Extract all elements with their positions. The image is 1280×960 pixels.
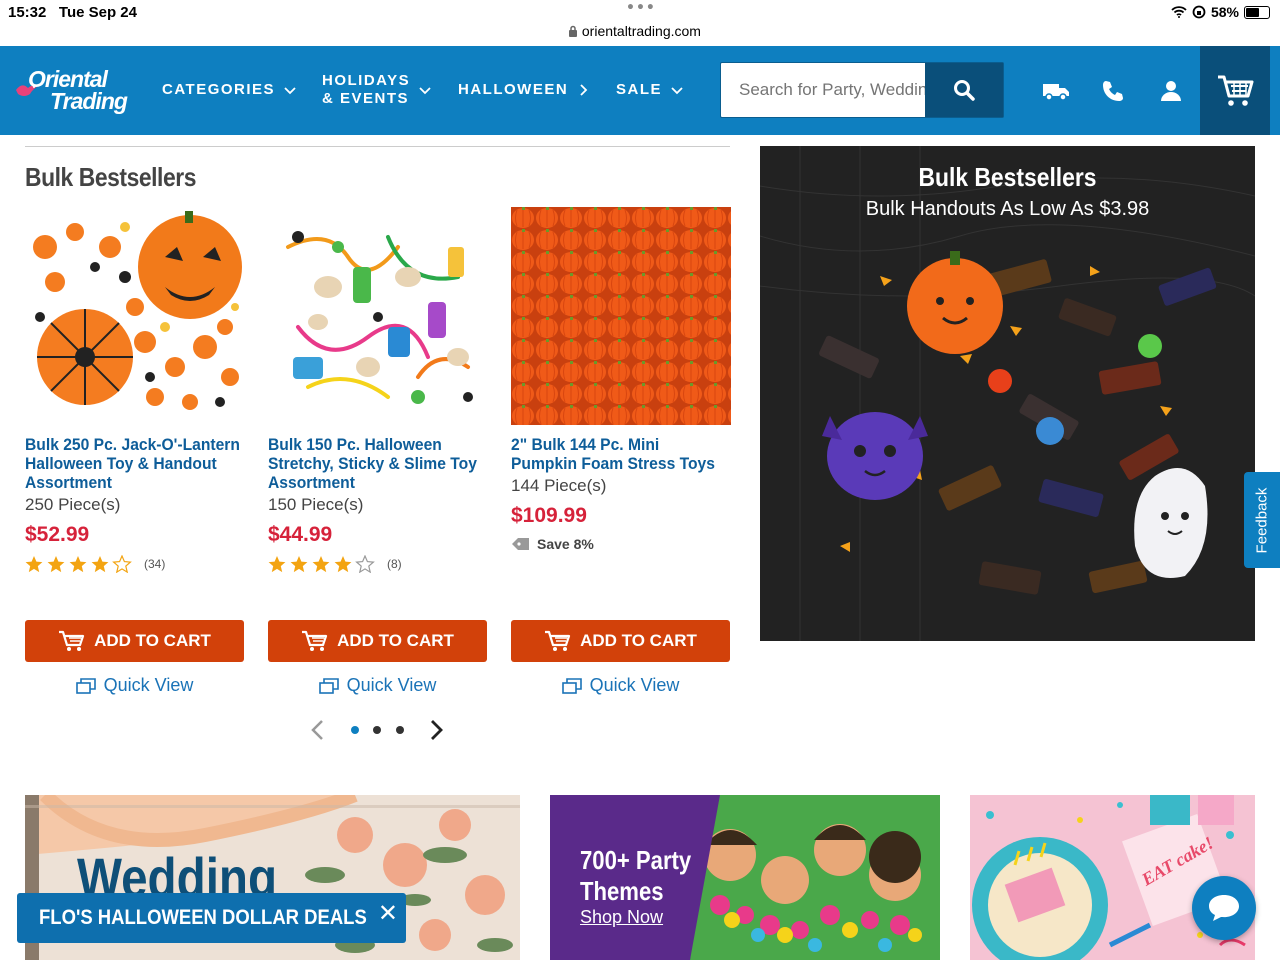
account-icon[interactable] <box>1154 74 1188 108</box>
save-badge: Save 8% <box>511 536 731 552</box>
chevron-down-icon <box>671 86 683 94</box>
carousel-controls <box>308 716 448 744</box>
search-input[interactable] <box>721 63 927 117</box>
cart-icon <box>302 630 328 651</box>
orientation-lock-icon <box>1192 5 1206 19</box>
phone-icon[interactable] <box>1096 74 1130 108</box>
add-to-cart-label: ADD TO CART <box>337 631 454 650</box>
product-rating[interactable]: (34) <box>25 555 245 573</box>
product-quantity: 144 Piece(s) <box>511 476 607 495</box>
carousel-dot[interactable] <box>373 726 381 734</box>
save-text: Save 8% <box>537 536 594 552</box>
nav-categories-label: CATEGORIES <box>162 81 276 98</box>
product-price: $109.99 <box>511 504 587 527</box>
quick-view-label: Quick View <box>103 675 194 695</box>
cart-button[interactable] <box>1200 46 1270 135</box>
add-to-cart-button[interactable]: ADD TO CART <box>511 620 730 662</box>
promo-banner[interactable]: FLO'S HALLOWEEN DOLLAR DEALS ✕ <box>17 893 406 943</box>
product-image[interactable] <box>25 207 245 425</box>
url-bar[interactable]: orientaltrading.com <box>568 23 701 39</box>
quick-view-link[interactable]: Quick View <box>511 675 730 696</box>
chat-bubble-icon <box>1209 895 1239 921</box>
product-card: 2" Bulk 144 Pc. Mini Pumpkin Foam Stress… <box>511 207 731 552</box>
search-icon <box>954 80 975 101</box>
quick-view-label: Quick View <box>346 675 437 695</box>
search-button[interactable] <box>925 63 1003 117</box>
tab-dots-icon[interactable]: ••• <box>626 0 656 16</box>
product-image[interactable] <box>511 207 731 425</box>
status-right: 58% <box>1171 4 1270 20</box>
add-to-cart-button[interactable]: ADD TO CART <box>268 620 487 662</box>
feedback-label: Feedback <box>1253 487 1271 553</box>
party-themes-heading: 700+ Party Themes <box>580 845 692 906</box>
section-title: Bulk Bestsellers <box>25 162 197 192</box>
quick-view-label: Quick View <box>589 675 680 695</box>
bulk-bestsellers-banner[interactable]: Bulk Bestsellers Bulk Handouts As Low As… <box>760 146 1255 641</box>
product-name-link[interactable]: Bulk 150 Pc. Halloween Stretchy, Sticky … <box>268 435 484 492</box>
cart-icon <box>545 630 571 651</box>
product-name-link[interactable]: Bulk 250 Pc. Jack-O'-Lantern Halloween T… <box>25 435 241 492</box>
add-to-cart-label: ADD TO CART <box>580 631 697 650</box>
product-image[interactable] <box>268 207 488 425</box>
lock-icon <box>569 25 577 37</box>
shop-now-link[interactable]: Shop Now <box>580 907 663 928</box>
quick-view-link[interactable]: Quick View <box>25 675 244 696</box>
product-quantity: 150 Piece(s) <box>268 495 364 514</box>
logo-text-trading: Trading <box>50 88 128 114</box>
battery-icon <box>1244 5 1270 19</box>
product-quantity: 250 Piece(s) <box>25 495 121 514</box>
nav-holidays-events[interactable]: HOLIDAYS & EVENTS <box>322 72 432 108</box>
quick-view-icon <box>75 677 96 694</box>
product-card: Bulk 250 Pc. Jack-O'-Lantern Halloween T… <box>25 207 245 573</box>
section-divider <box>25 146 730 147</box>
shipping-truck-icon[interactable] <box>1039 74 1073 108</box>
product-card: Bulk 150 Pc. Halloween Stretchy, Sticky … <box>268 207 488 573</box>
chevron-left-icon[interactable] <box>308 718 328 742</box>
oriental-trading-logo[interactable]: Oriental Trading <box>14 66 129 114</box>
url-text: orientaltrading.com <box>581 23 701 39</box>
nav-holidays-label: HOLIDAYS & EVENTS <box>322 72 411 107</box>
status-time: 15:32 Tue Sep 24 <box>8 4 137 21</box>
nav-halloween[interactable]: HALLOWEEN <box>458 81 590 98</box>
search-box <box>720 62 1004 118</box>
close-icon[interactable]: ✕ <box>378 899 398 927</box>
cart-icon <box>59 630 85 651</box>
carousel-dot[interactable] <box>351 726 359 734</box>
chat-button[interactable] <box>1192 876 1256 940</box>
battery-percent: 58% <box>1210 4 1239 20</box>
add-to-cart-button[interactable]: ADD TO CART <box>25 620 244 662</box>
nav-sale[interactable]: SALE <box>616 81 684 98</box>
product-rating[interactable]: (8) <box>268 555 488 573</box>
status-bar: 15:32 Tue Sep 24 ••• orientaltrading.com… <box>0 0 1280 46</box>
chevron-down-icon <box>284 86 296 94</box>
quick-view-icon <box>318 677 339 694</box>
chevron-right-icon[interactable] <box>426 718 446 742</box>
carousel-dot[interactable] <box>396 726 404 734</box>
quick-view-link[interactable]: Quick View <box>268 675 487 696</box>
nav-sale-label: SALE <box>616 81 663 98</box>
nav-halloween-label: HALLOWEEN <box>458 81 569 98</box>
product-price: $52.99 <box>25 523 90 546</box>
party-themes-tile[interactable]: 700+ Party Themes Shop Now <box>550 795 940 960</box>
review-count: (8) <box>387 557 402 571</box>
star-rating-icon <box>268 555 375 573</box>
nav-categories[interactable]: CATEGORIES <box>162 81 297 98</box>
review-count: (34) <box>144 557 166 571</box>
banner-title: Bulk Bestsellers <box>918 162 1097 192</box>
star-rating-icon <box>25 555 132 573</box>
product-price: $44.99 <box>268 523 333 546</box>
wifi-icon <box>1171 6 1187 18</box>
chevron-down-icon <box>419 87 431 95</box>
price-tag-icon <box>512 538 529 550</box>
add-to-cart-label: ADD TO CART <box>94 631 211 650</box>
feedback-tab[interactable]: Feedback <box>1244 472 1280 568</box>
quick-view-icon <box>561 677 582 694</box>
cart-icon <box>1218 75 1254 106</box>
chevron-right-icon <box>580 83 588 96</box>
main-navbar: Oriental Trading CATEGORIES HOLIDAYS & EV… <box>0 46 1280 135</box>
product-name-link[interactable]: 2" Bulk 144 Pc. Mini Pumpkin Foam Stress… <box>511 435 727 473</box>
banner-subtitle: Bulk Handouts As Low As $3.98 <box>865 198 1150 220</box>
promo-text: FLO'S HALLOWEEN DOLLAR DEALS <box>39 906 367 929</box>
